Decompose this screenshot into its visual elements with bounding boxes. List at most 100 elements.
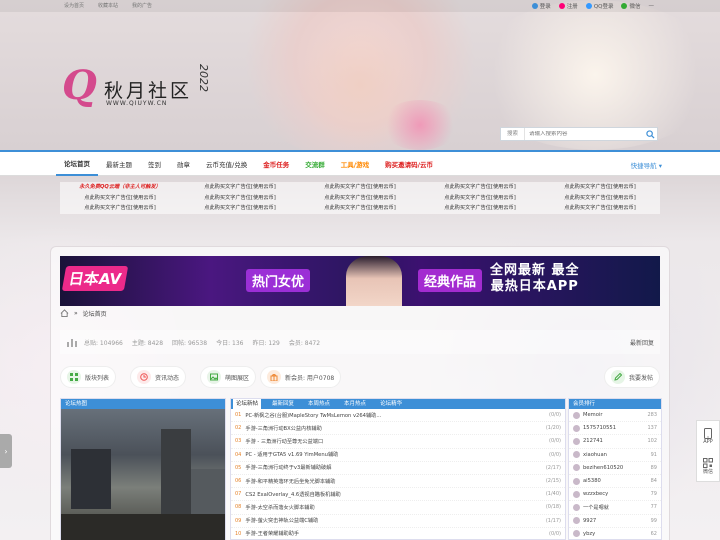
tab-month-hot[interactable]: 本月热点 [341,399,369,409]
qq-icon [585,3,592,9]
tab-week-hot[interactable]: 本周热点 [305,399,333,409]
user-icon [531,3,538,9]
stat-yesterday: 昨日: 129 [252,339,280,347]
ad-link[interactable]: 点此购买文字广告位[使用云币] [180,182,300,193]
banner-text-b: 热门女优 [246,269,311,292]
list-item[interactable]: ybzy 62 [569,528,661,540]
new-post-button[interactable]: 我要发帖 [603,366,660,388]
banner-text-c: 经典作品 [418,269,483,292]
nav-recharge[interactable]: 云币充值/兑换 [198,159,255,169]
nav-latest-topics[interactable]: 最新主题 [98,159,140,169]
my-ads-link[interactable]: 我的广告 [132,2,152,9]
thread-list: 01 PC-新枫之谷(台服)MapleStory TwMsLemon v264辅助… [231,409,565,540]
avatar [573,464,580,472]
hot-pic-image[interactable] [61,409,225,540]
avatar [573,424,580,432]
chevron-down-icon: ▾ [658,162,662,170]
ad-link[interactable]: 点此购买文字广告位[使用云币] [300,203,420,214]
logo-url: WWW.QIUYW.CN [106,100,168,107]
list-item[interactable]: 06 手游-和平精英落环无后坐免光脚本辅助 (2/15) [231,475,565,489]
search-button[interactable] [643,128,657,140]
ad-link[interactable]: 点此购买文字广告位[使用云币] [540,193,660,204]
register-icon [558,3,565,9]
nav-gold-task[interactable]: 金币任务 [255,159,297,169]
ad-link[interactable]: 永久免费QQ云端（非主人可触发） [60,182,180,193]
list-item[interactable]: xiaohuan 91 [569,449,661,462]
breadcrumb-current[interactable]: 论坛首页 [83,309,107,318]
ad-banner[interactable]: 日本AV 热门女优 经典作品 全网最新 最全 最热日本APP [60,256,660,306]
tab-featured[interactable]: 论坛精华 [377,399,405,409]
search-input[interactable] [525,131,643,137]
site-logo[interactable]: Q 秋月社区 WWW.QIUYW.CN 2022 [62,62,232,126]
list-item[interactable]: 01 PC-新枫之谷(台服)MapleStory TwMsLemon v264辅助… [231,409,565,423]
list-item[interactable]: 一个是嗯就 77 [569,501,661,515]
panel-title-hot: 论坛热图 [65,401,88,407]
new-member[interactable]: 新会员: 用户0708 [260,366,342,388]
list-item[interactable]: 08 手游-太空杀而落女火脚本辅助 (0/18) [231,501,565,515]
list-item[interactable]: 04 PC - 适用于GTA5 v1.69 YimMenu辅助 (0/0) [231,449,565,462]
list-item[interactable]: wzzxbecy 79 [569,488,661,502]
set-homepage-link[interactable]: 设为首页 [64,2,84,9]
avatar [573,490,580,498]
forum-list-button[interactable]: 版块列表 [60,366,117,388]
avatar [573,451,580,459]
list-item[interactable]: 09 手游-萤火突击神轨公益端C辅助 (1/17) [231,515,565,528]
image-icon [207,370,221,384]
rank-list: Memoir 283 1575710551 137 212741 102 xiaohu… [569,409,661,540]
nav-checkin[interactable]: 签到 [140,159,169,169]
main-nav: 论坛首页 最新主题 签到 勋章 云币充值/兑换 金币任务 交流群 工具/游戏 购… [0,150,720,176]
nav-forum-home[interactable]: 论坛首页 [56,152,98,176]
nav-tools-games[interactable]: 工具/游戏 [333,159,377,169]
list-item[interactable]: 9927 99 [569,515,661,528]
tab-latest-replies[interactable]: 最新回复 [269,399,297,409]
list-item[interactable]: bezihen610520 89 [569,462,661,475]
ad-link[interactable]: 点此购买文字广告位[使用云币] [420,182,540,193]
quick-nav-toggle[interactable]: 快捷导航 ▾ [631,160,662,170]
register-link[interactable]: 注册 [558,2,578,10]
list-item[interactable]: 212741 102 [569,435,661,449]
list-item[interactable]: 05 手游-三角洲行动终于v3最新辅助破解 (2/17) [231,462,565,475]
left-expand-tab[interactable]: › [0,434,12,468]
latest-replies-link[interactable]: 最新回复 [630,338,654,347]
ad-link[interactable]: 点此购买文字广告位[使用云币] [300,193,420,204]
more-link[interactable]: — [649,3,655,9]
ad-link[interactable]: 点此购买文字广告位[使用云币] [540,182,660,193]
list-item[interactable]: Memoir 283 [569,409,661,423]
app-download-button[interactable]: APP [697,421,719,451]
nav-medals[interactable]: 勋章 [169,159,198,169]
search-label: 搜索 [501,128,525,140]
home-icon[interactable] [60,309,69,317]
list-item[interactable]: 1575710551 137 [569,422,661,436]
member-rank-panel: 会员排行 Memoir 283 1575710551 137 212741 102 x… [568,398,662,540]
ad-link[interactable]: 点此购买文字广告位[使用云币] [300,182,420,193]
search-icon [645,129,655,139]
ad-link[interactable]: 点此购买文字广告位[使用云币] [420,193,540,204]
tab-new-threads[interactable]: 论坛新帖 [233,399,262,409]
list-item[interactable]: 02 手游-三角洲行动BX公益内核辅助 (1/20) [231,422,565,436]
pics-button[interactable]: 萌图展区 [200,366,257,388]
wechat-qr-button[interactable]: 微信 [697,451,719,481]
search-box: 搜索 [500,127,658,141]
threads-panel: 论坛新帖 最新回复 本周热点 本月热点 论坛精华 01 PC-新枫之谷(台服)Ma… [230,398,566,540]
stat-members: 会员: 8472 [288,339,321,347]
ad-link[interactable]: 点此购买文字广告位[使用云币] [60,193,180,204]
ad-link[interactable]: 点此购买文字广告位[使用云币] [60,203,180,214]
ad-link[interactable]: 点此购买文字广告位[使用云币] [540,203,660,214]
qq-login-link[interactable]: QQ登录 [585,2,613,10]
bookmark-link[interactable]: 收藏本站 [98,2,118,9]
wechat-login-link[interactable]: 微信 [621,2,641,10]
list-item[interactable]: 10 手游-王者荣耀辅助助手 (0/0) [231,528,565,540]
list-item[interactable]: 03 手游 - 三角洲行动至尊无公益端口 (0/0) [231,435,565,449]
list-item[interactable]: ai5380 84 [569,475,661,489]
nav-buy-invite[interactable]: 购买邀请码/云币 [377,159,441,169]
ad-link[interactable]: 点此购买文字广告位[使用云币] [180,203,300,214]
nav-group[interactable]: 交流群 [297,159,333,169]
ad-link[interactable]: 点此购买文字广告位[使用云币] [180,193,300,204]
news-button[interactable]: 资讯动态 [130,366,187,388]
login-link[interactable]: 登录 [531,2,551,10]
list-item[interactable]: 07 CS2 ExalOverlay_4.6透视自瞄板机辅助 (1/40) [231,488,565,502]
ad-link[interactable]: 点此购买文字广告位[使用云币] [420,203,540,214]
avatar [573,411,580,419]
text-ad-grid: 永久免费QQ云端（非主人可触发） 点此购买文字广告位[使用云币] 点此购买文字广… [60,182,660,214]
top-bar: 设为首页 收藏本站 我的广告 登录 注册 QQ登录 微信 — [0,0,720,12]
